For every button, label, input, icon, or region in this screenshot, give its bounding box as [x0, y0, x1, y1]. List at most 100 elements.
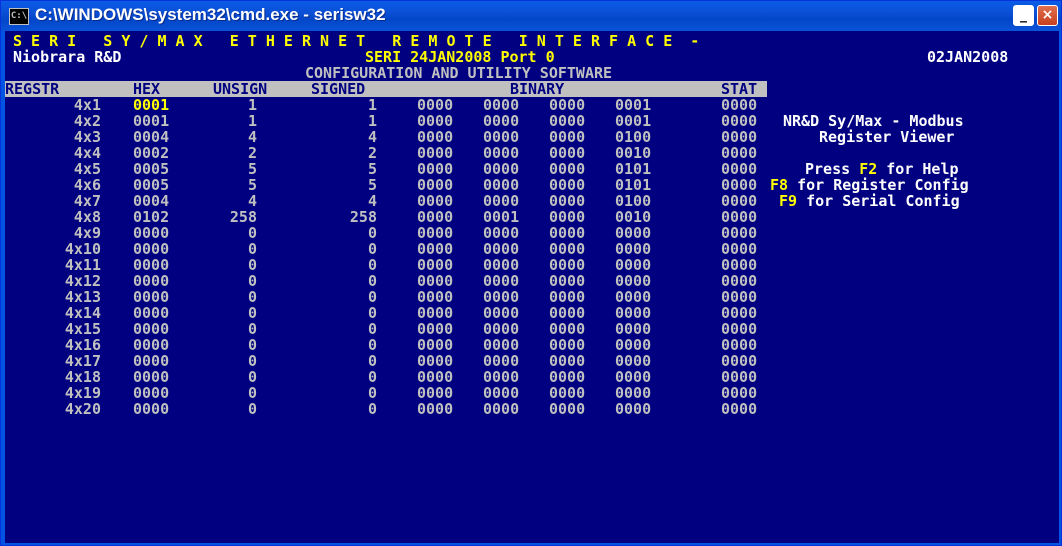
cell-hex: 0005 [133, 160, 170, 178]
cell-unsign: 0 [247, 400, 257, 418]
cell-hex: 0001 [133, 96, 170, 114]
cell-b3: 0000 [549, 160, 586, 178]
table-row[interactable]: 4x17 0000 0 0 0000 0000 0000 0000 0000 [5, 353, 767, 369]
cell-hex: 0000 [133, 336, 170, 354]
cell-stat: 0000 [721, 304, 758, 322]
table-row[interactable]: 4x19 0000 0 0 0000 0000 0000 0000 0000 [5, 385, 767, 401]
table-row[interactable]: 4x2 0001 1 1 0000 0000 0000 0001 0000 [5, 113, 767, 129]
cell-unsign: 0 [247, 224, 257, 242]
cell-b4: 0001 [615, 112, 652, 130]
cell-b2: 0000 [483, 272, 520, 290]
minimize-button[interactable]: _ [1013, 5, 1034, 26]
cell-b3: 0000 [549, 304, 586, 322]
cell-stat: 0000 [721, 320, 758, 338]
cell-b3: 0000 [549, 288, 586, 306]
table-row[interactable]: 4x4 0002 2 2 0000 0000 0000 0010 0000 [5, 145, 767, 161]
cell-b4: 0000 [615, 352, 652, 370]
cell-hex: 0002 [133, 144, 170, 162]
title-bar[interactable]: C:\ C:\WINDOWS\system32\cmd.exe - serisw… [1, 1, 1061, 31]
table-row[interactable]: 4x6 0005 5 5 0000 0000 0000 0101 0000 [5, 177, 767, 193]
column-header: HEX [133, 80, 161, 98]
cell-hex: 0000 [133, 320, 170, 338]
cell-b1: 0000 [417, 176, 454, 194]
cell-b2: 0000 [483, 384, 520, 402]
cell-b3: 0000 [549, 96, 586, 114]
cell-b1: 0000 [417, 160, 454, 178]
cell-signed: 0 [367, 320, 377, 338]
cell-b4: 0000 [615, 384, 652, 402]
table-row[interactable]: 4x1 0001 1 1 0000 0000 0000 0001 0000 [5, 97, 767, 113]
cell-signed: 4 [367, 128, 377, 146]
cell-stat: 0000 [721, 272, 758, 290]
cell-b2: 0000 [483, 224, 520, 242]
side-subtitle: Register Viewer [819, 128, 955, 146]
cell-signed: 5 [367, 160, 377, 178]
date-label: 02JAN2008 [927, 48, 1009, 66]
cell-hex: 0000 [133, 240, 170, 258]
cell-b4: 0000 [615, 368, 652, 386]
cell-reg: 4x17 [64, 352, 101, 370]
cell-unsign: 5 [247, 176, 257, 194]
close-button[interactable]: × [1037, 5, 1058, 26]
cell-unsign: 5 [247, 160, 257, 178]
cell-stat: 0000 [721, 288, 758, 306]
cell-b4: 0000 [615, 256, 652, 274]
cell-b1: 0000 [417, 304, 454, 322]
cell-reg: 4x1 [73, 96, 101, 114]
table-row[interactable]: 4x16 0000 0 0 0000 0000 0000 0000 0000 [5, 337, 767, 353]
cell-b4: 0000 [615, 240, 652, 258]
cell-b2: 0000 [483, 320, 520, 338]
cell-b1: 0000 [417, 256, 454, 274]
table-row[interactable]: 4x9 0000 0 0 0000 0000 0000 0000 0000 [5, 225, 767, 241]
table-row[interactable]: 4x11 0000 0 0 0000 0000 0000 0000 0000 [5, 257, 767, 273]
cell-hex: 0005 [133, 176, 170, 194]
cmd-icon[interactable]: C:\ [9, 8, 29, 25]
cell-b3: 0000 [549, 192, 586, 210]
cell-b1: 0000 [417, 320, 454, 338]
table-row[interactable]: 4x14 0000 0 0 0000 0000 0000 0000 0000 [5, 305, 767, 321]
cell-b1: 0000 [417, 96, 454, 114]
cell-unsign: 0 [247, 384, 257, 402]
column-header: REGSTR [5, 80, 60, 98]
cell-b4: 0101 [615, 176, 652, 194]
table-row[interactable]: 4x8 0102 258 258 0000 0001 0000 0010 0000 [5, 209, 767, 225]
register-config-hint: F8 for Register Config [770, 176, 969, 194]
cell-b2: 0000 [483, 352, 520, 370]
column-header: SIGNED [311, 80, 366, 98]
cell-reg: 4x6 [73, 176, 101, 194]
cell-b1: 0000 [417, 112, 454, 130]
cell-b3: 0000 [549, 368, 586, 386]
cell-hex: 0000 [133, 272, 170, 290]
table-row[interactable]: 4x3 0004 4 4 0000 0000 0000 0100 0000 [5, 129, 767, 145]
window-title: C:\WINDOWS\system32\cmd.exe - serisw32 [35, 5, 386, 24]
cell-b2: 0000 [483, 128, 520, 146]
cell-b1: 0000 [417, 208, 454, 226]
cell-signed: 0 [367, 400, 377, 418]
table-row[interactable]: 4x12 0000 0 0 0000 0000 0000 0000 0000 [5, 273, 767, 289]
table-row[interactable]: 4x13 0000 0 0 0000 0000 0000 0000 0000 [5, 289, 767, 305]
close-icon: × [1041, 7, 1054, 23]
cell-unsign: 0 [247, 336, 257, 354]
subtitle: CONFIGURATION AND UTILITY SOFTWARE [305, 64, 613, 82]
cell-unsign: 0 [247, 240, 257, 258]
cell-hex: 0000 [133, 304, 170, 322]
table-row[interactable]: 4x20 0000 0 0 0000 0000 0000 0000 0000 [5, 401, 767, 417]
cell-reg: 4x15 [64, 320, 101, 338]
cell-stat: 0000 [721, 160, 758, 178]
cell-b2: 0000 [483, 192, 520, 210]
table-row[interactable]: 4x7 0004 4 4 0000 0000 0000 0100 0000 [5, 193, 767, 209]
cell-reg: 4x13 [64, 288, 101, 306]
table-row[interactable]: 4x5 0005 5 5 0000 0000 0000 0101 0000 [5, 161, 767, 177]
cell-reg: 4x14 [64, 304, 101, 322]
cell-unsign: 0 [247, 256, 257, 274]
cell-unsign: 4 [247, 128, 257, 146]
vendor-label: Niobrara R&D [13, 48, 122, 66]
table-row[interactable]: 4x10 0000 0 0 0000 0000 0000 0000 0000 [5, 241, 767, 257]
table-row[interactable]: 4x15 0000 0 0 0000 0000 0000 0000 0000 [5, 321, 767, 337]
table-row[interactable]: 4x18 0000 0 0 0000 0000 0000 0000 0000 [5, 369, 767, 385]
cell-b2: 0000 [483, 176, 520, 194]
console-area[interactable]: S E R I S Y / M A X E T H E R N E T R E … [5, 31, 1059, 543]
cell-b2: 0000 [483, 240, 520, 258]
cell-unsign: 0 [247, 320, 257, 338]
cell-reg: 4x20 [64, 400, 101, 418]
